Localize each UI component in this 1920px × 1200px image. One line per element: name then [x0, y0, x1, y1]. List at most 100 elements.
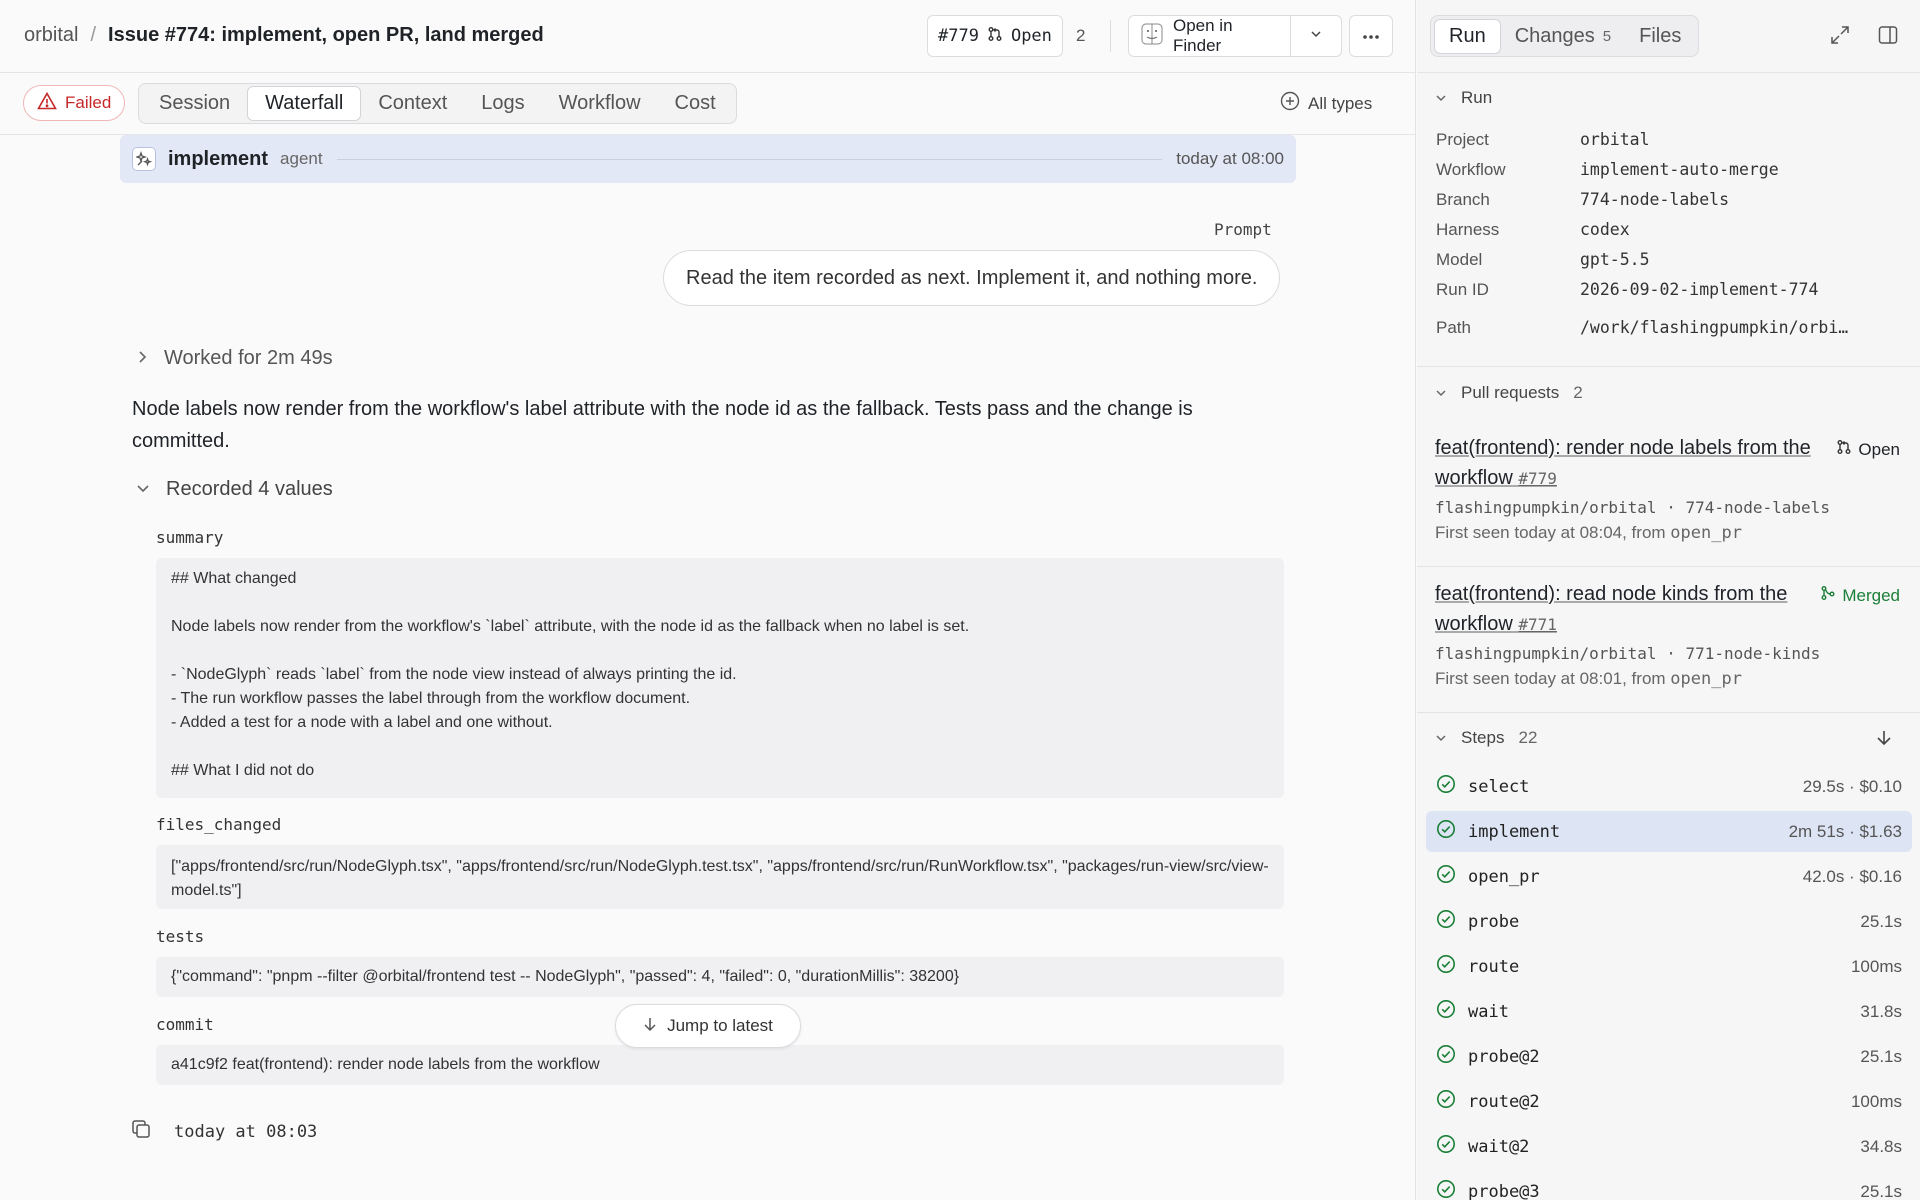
summary-line: - `NodeGlyph` reads `label` from the nod… — [171, 666, 737, 683]
check-circle-icon — [1436, 1179, 1456, 1200]
breadcrumb-separator: / — [90, 24, 97, 46]
toggle-sidebar-icon[interactable] — [1877, 24, 1899, 46]
sidebar-tab-run[interactable]: Run — [1434, 18, 1501, 54]
step-row[interactable]: probe 25.1s — [1426, 901, 1912, 942]
step-name: select — [1468, 776, 1530, 797]
field-key: Harness — [1436, 220, 1500, 239]
pr-state: Open — [1010, 26, 1052, 46]
warning-icon — [37, 91, 57, 115]
check-circle-icon — [1436, 954, 1456, 979]
steps-section-toggle[interactable]: Steps 22 — [1435, 728, 1905, 748]
step-row[interactable]: probe@3 25.1s — [1426, 1171, 1912, 1200]
run-field-harness: Harness codex — [1436, 220, 1630, 240]
divider — [1110, 20, 1111, 52]
pull-request-card[interactable]: feat(frontend): read node kinds from the… — [1435, 579, 1910, 689]
recorded-values-label: Recorded 4 values — [166, 478, 333, 500]
status-label: Failed — [65, 93, 112, 112]
step-row[interactable]: open_pr 42.0s · $0.16 — [1426, 856, 1912, 897]
type-filter-button[interactable]: All types — [1280, 91, 1372, 116]
run-section-toggle[interactable]: Run — [1435, 88, 1492, 108]
step-meta: 100ms — [1850, 956, 1902, 976]
field-value[interactable]: implement-auto-merge — [1580, 160, 1779, 180]
tab-logs[interactable]: Logs — [464, 86, 541, 121]
tab-workflow[interactable]: Workflow — [542, 86, 658, 121]
worked-label: Worked for 2m 49s — [164, 347, 333, 369]
field-value[interactable]: orbital — [1580, 130, 1650, 150]
pull-request-status: Open — [1836, 439, 1900, 460]
step-row[interactable]: route 100ms — [1426, 946, 1912, 987]
field-value[interactable]: codex — [1580, 220, 1630, 240]
check-circle-icon — [1436, 819, 1456, 844]
step-name: route — [1468, 956, 1520, 977]
pull-requests-section-toggle[interactable]: Pull requests 2 — [1435, 383, 1583, 403]
sidebar-tab-changes[interactable]: Changes 5 — [1501, 19, 1625, 54]
field-value[interactable]: gpt-5.5 — [1580, 250, 1650, 270]
type-filter-label: All types — [1308, 93, 1373, 113]
step-row[interactable]: wait@2 34.8s — [1426, 1126, 1912, 1167]
pull-request-seen-text: First seen today at 08:01, from — [1435, 669, 1671, 688]
field-value[interactable]: 2026-09-02-implement-774 — [1580, 280, 1818, 300]
pull-request-seen-tool: open_pr — [1670, 523, 1742, 543]
summary-line — [171, 735, 1269, 759]
pull-request-title-wrap[interactable]: feat(frontend): render node labels from … — [1435, 433, 1815, 494]
worked-toggle[interactable]: Worked for 2m 49s — [136, 347, 333, 370]
step-name: wait@2 — [1468, 1136, 1530, 1157]
run-field-model: Model gpt-5.5 — [1436, 250, 1650, 270]
step-name: route@2 — [1468, 1091, 1540, 1112]
chevron-down-icon — [1435, 383, 1447, 403]
status-badge[interactable]: Failed — [23, 85, 126, 121]
expand-icon[interactable] — [1829, 24, 1851, 46]
run-field-run-id: Run ID 2026-09-02-implement-774 — [1436, 280, 1818, 300]
step-row[interactable]: implement 2m 51s · $1.63 — [1426, 811, 1912, 852]
step-row[interactable]: wait 31.8s — [1426, 991, 1912, 1032]
step-meta: 31.8s — [1860, 1001, 1902, 1021]
breadcrumb-project[interactable]: orbital — [24, 24, 78, 47]
pull-request-title: feat(frontend): read node kinds from the… — [1435, 583, 1788, 635]
tab-cost[interactable]: Cost — [658, 86, 733, 121]
open-in-dropdown[interactable] — [1291, 16, 1341, 56]
pr-badge[interactable]: #779 Open — [927, 15, 1063, 57]
agent-time: today at 08:00 — [1176, 149, 1284, 168]
pull-request-seen-tool: open_pr — [1670, 669, 1742, 689]
step-row[interactable]: probe@2 25.1s — [1426, 1036, 1912, 1077]
sidebar-tab-label: Files — [1639, 24, 1682, 47]
pull-request-number: #779 — [1518, 469, 1557, 488]
step-meta: 25.1s — [1860, 1046, 1902, 1066]
sidebar-tab-files[interactable]: Files — [1625, 19, 1695, 54]
tab-context[interactable]: Context — [361, 86, 464, 121]
step-row[interactable]: route@2 100ms — [1426, 1081, 1912, 1122]
value-label-commit: commit — [156, 1015, 214, 1034]
value-summary: ## What changed Node labels now render f… — [156, 558, 1284, 798]
assistant-message: Node labels now render from the workflow… — [132, 398, 1193, 452]
field-key: Model — [1436, 250, 1483, 269]
field-value[interactable]: /work/flashingpumpkin/orbi… — [1580, 318, 1848, 338]
copy-icon[interactable] — [130, 1118, 152, 1145]
pull-request-title-wrap[interactable]: feat(frontend): read node kinds from the… — [1435, 579, 1815, 640]
step-meta: 29.5s · $0.10 — [1802, 776, 1902, 796]
tab-session[interactable]: Session — [142, 86, 247, 121]
chevron-down-icon — [1435, 728, 1447, 748]
pull-requests-section-title: Pull requests — [1461, 383, 1560, 402]
check-circle-icon — [1436, 864, 1456, 889]
recorded-values-toggle[interactable]: Recorded 4 values — [136, 478, 333, 501]
pull-request-card[interactable]: feat(frontend): render node labels from … — [1435, 433, 1910, 543]
field-value[interactable]: 774-node-labels — [1580, 190, 1729, 210]
step-meta: 25.1s — [1860, 911, 1902, 931]
finder-icon — [1141, 23, 1163, 50]
pull-request-icon — [987, 26, 1003, 47]
run-field-branch: Branch 774-node-labels — [1436, 190, 1729, 210]
breadcrumb: orbital / Issue #774: implement, open PR… — [24, 24, 544, 47]
check-circle-icon — [1436, 1134, 1456, 1159]
check-circle-icon — [1436, 774, 1456, 799]
step-row[interactable]: select 29.5s · $0.10 — [1426, 766, 1912, 807]
jump-to-latest-button[interactable]: Jump to latest — [615, 1004, 801, 1048]
main-panel: orbital / Issue #774: implement, open PR… — [0, 0, 1416, 1200]
tab-waterfall[interactable]: Waterfall — [247, 86, 362, 121]
open-in-finder-button[interactable]: Open in Finder — [1129, 16, 1292, 56]
run-field-path: Path/work/flashingpumpkin/orbi… — [1436, 318, 1848, 338]
arrow-down-icon[interactable] — [1875, 728, 1893, 748]
value-label-summary: summary — [156, 528, 224, 547]
more-button[interactable] — [1349, 15, 1393, 57]
run-field-project: Project orbital — [1436, 130, 1650, 150]
agent-row[interactable]: implement agent today at 08:00 — [120, 135, 1296, 183]
